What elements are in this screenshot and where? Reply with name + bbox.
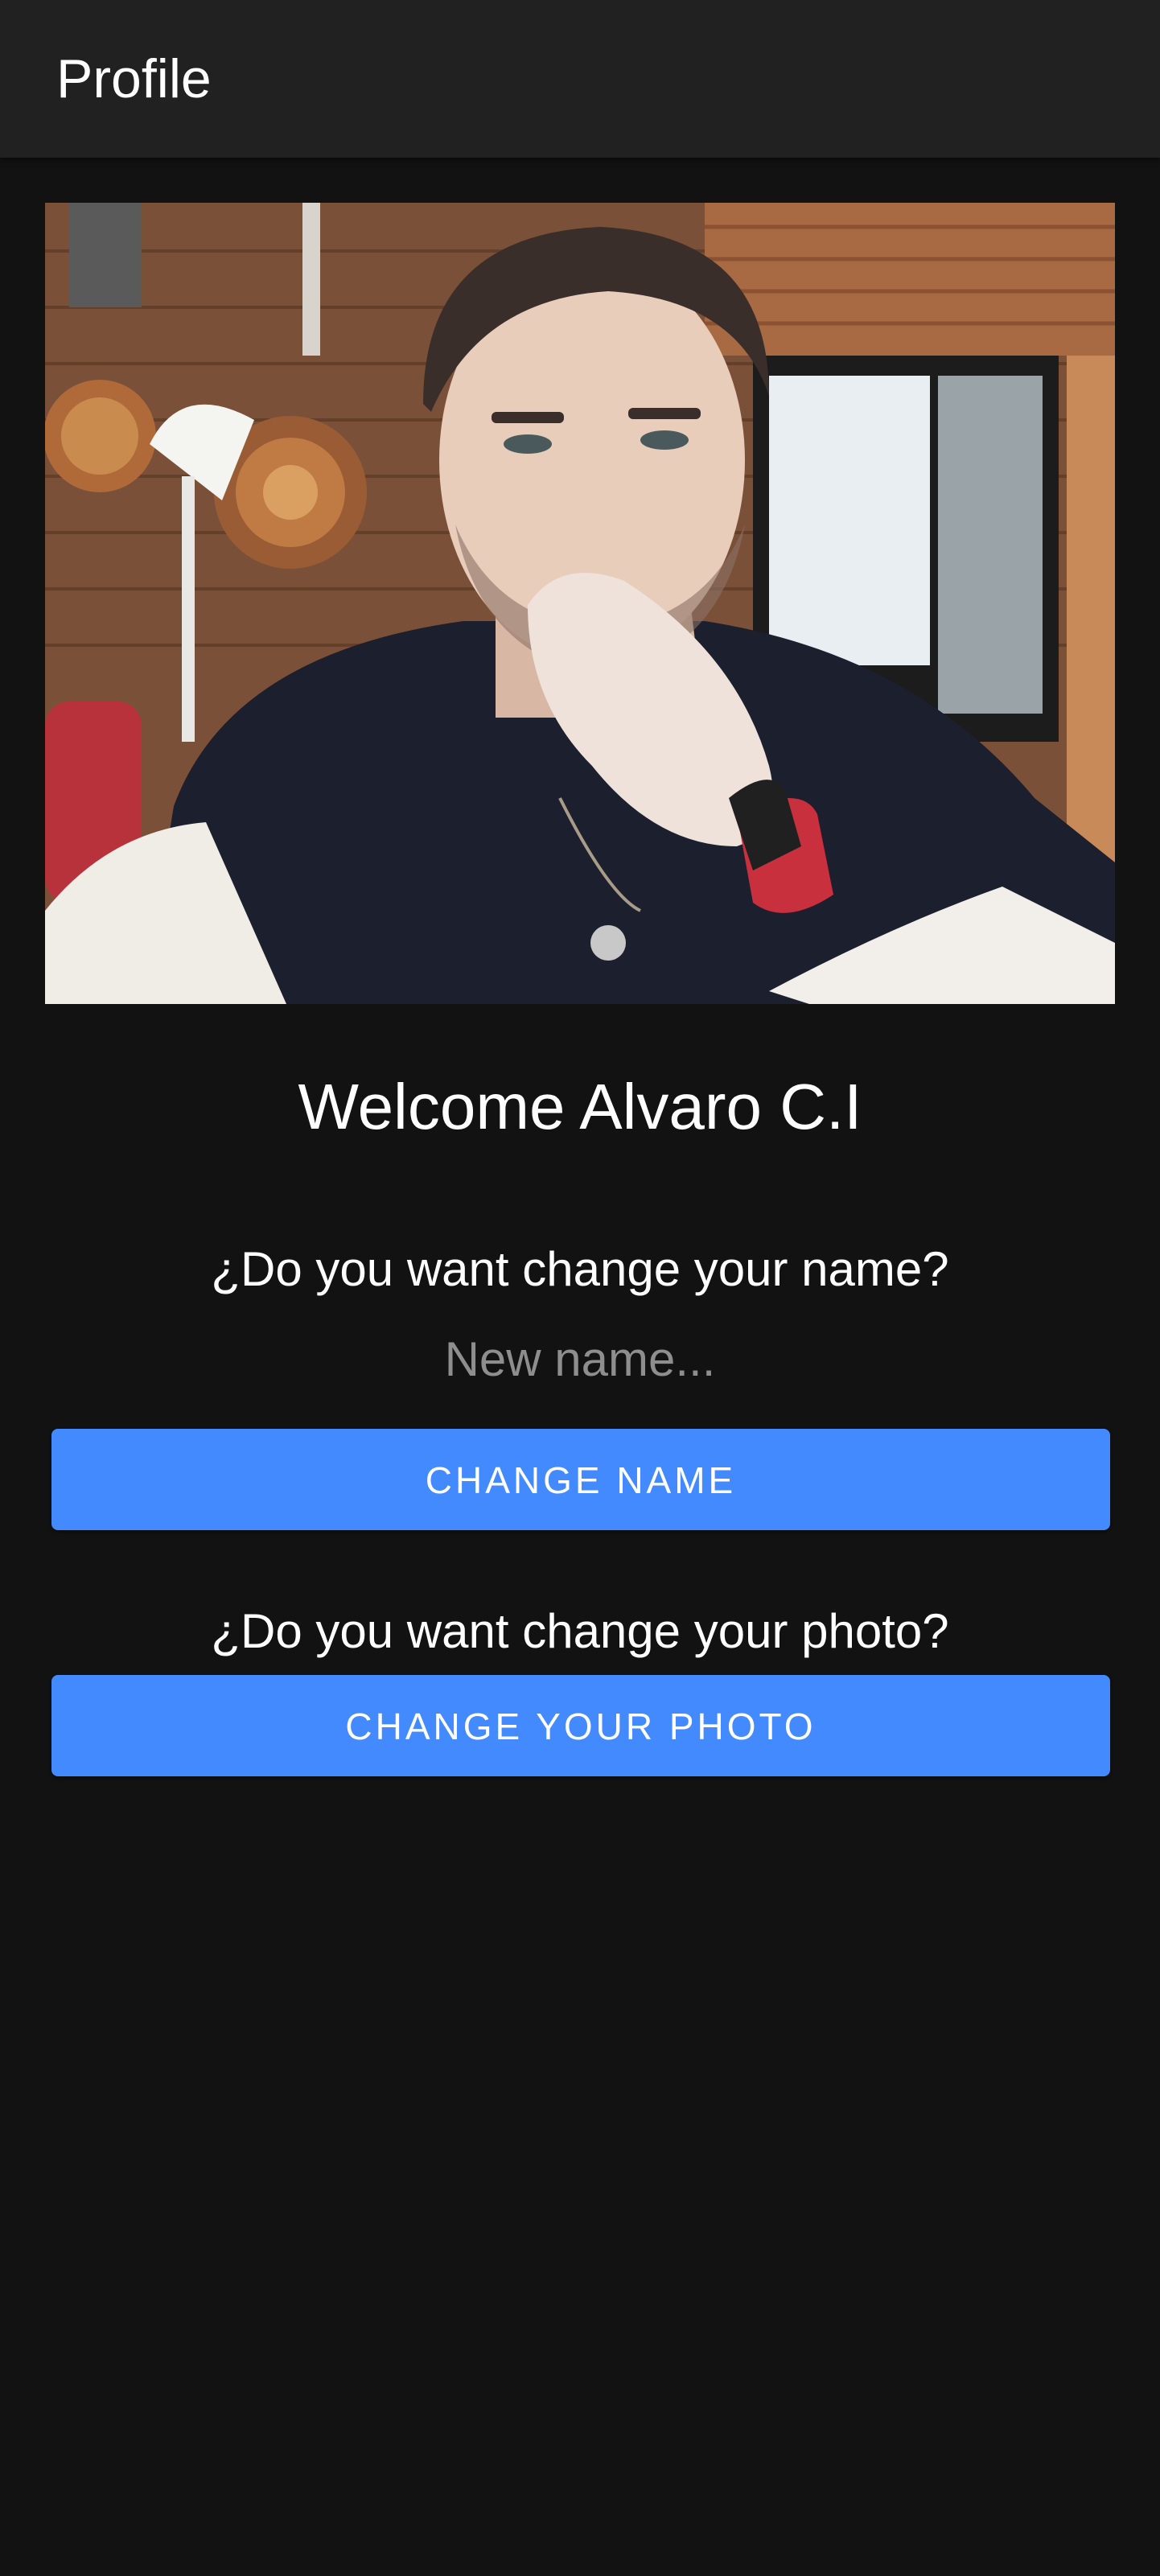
page-title: Profile — [56, 48, 212, 109]
change-name-button[interactable]: CHANGE NAME — [51, 1429, 1110, 1530]
new-name-input[interactable] — [241, 1323, 919, 1395]
profile-photo — [45, 203, 1115, 1004]
welcome-heading: Welcome Alvaro C.I — [298, 1071, 862, 1142]
change-name-question: ¿Do you want change your name? — [211, 1242, 949, 1296]
app-bar: Profile — [0, 0, 1160, 158]
change-photo-question: ¿Do you want change your photo? — [211, 1604, 949, 1658]
change-photo-button[interactable]: CHANGE YOUR PHOTO — [51, 1675, 1110, 1776]
